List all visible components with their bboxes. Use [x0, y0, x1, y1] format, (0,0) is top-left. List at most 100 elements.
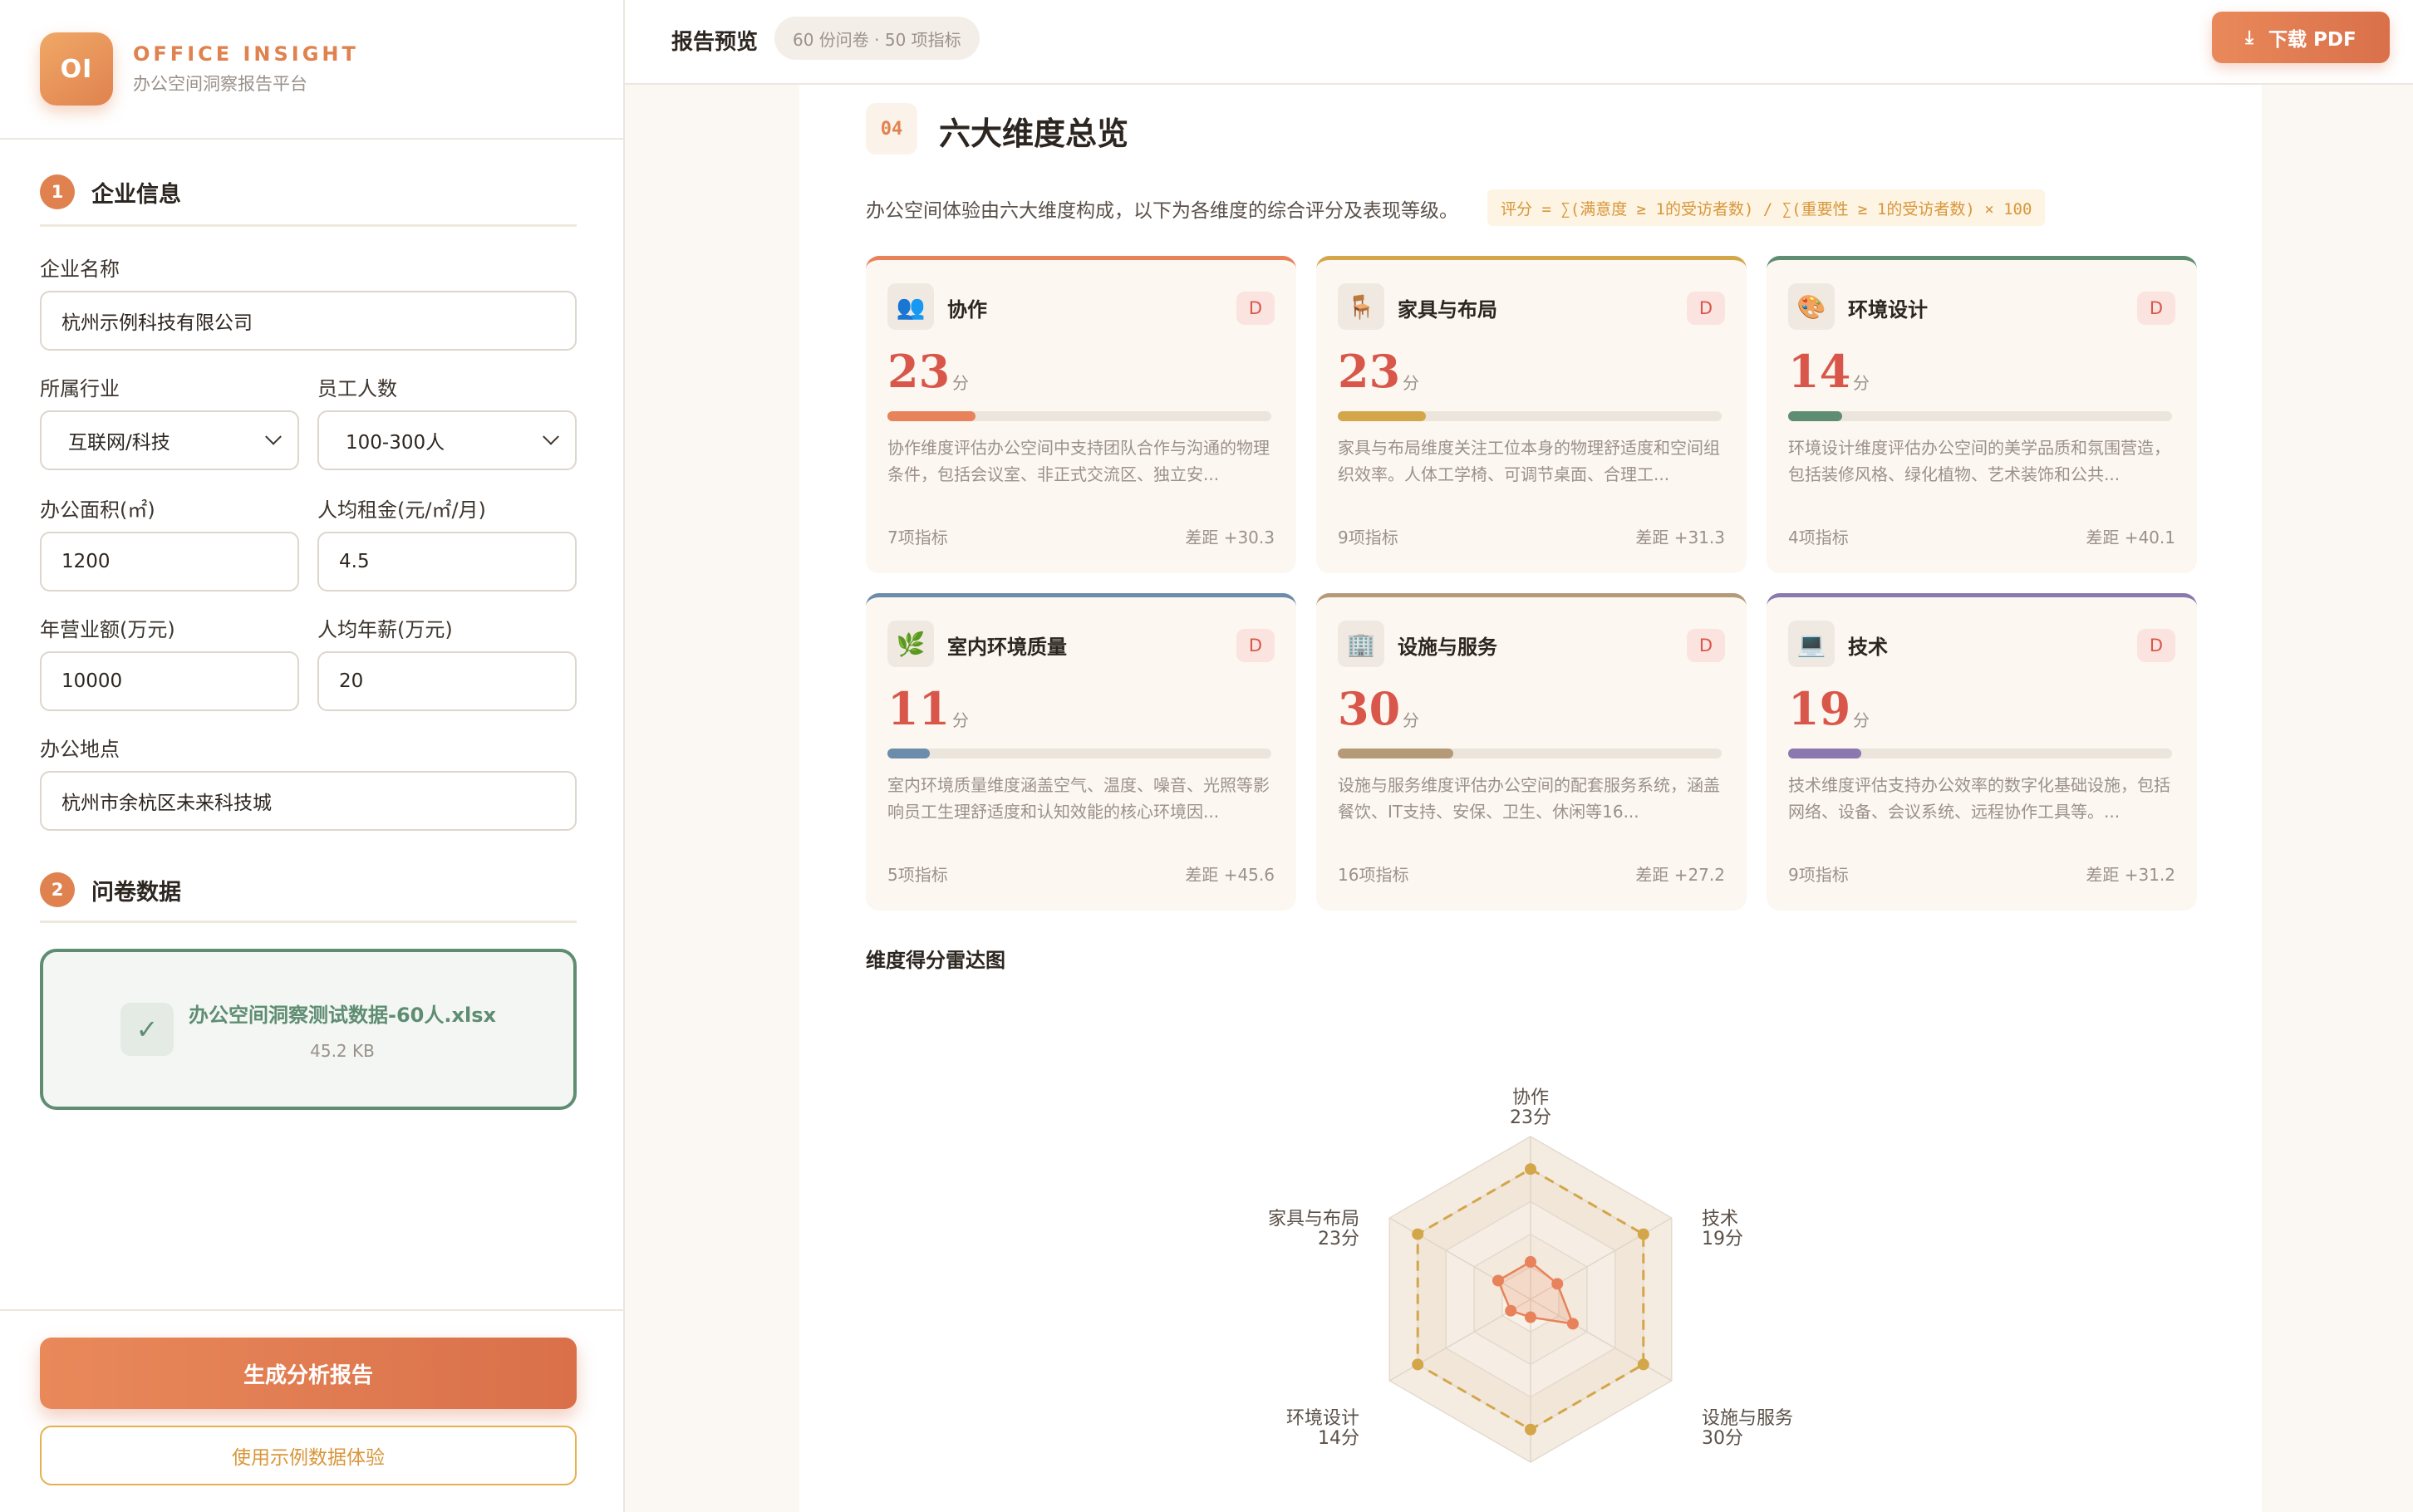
score-formula: 评分 = ∑(满意度 ≥ 1的受访者数) / ∑(重要性 ≥ 1的受访者数) ×…: [1487, 189, 2046, 226]
score-progress-bar: [887, 749, 1271, 758]
section-divider: [40, 920, 577, 923]
file-upload-dropzone[interactable]: ✓ 办公空间洞察测试数据-60人.xlsx 45.2 KB: [40, 949, 577, 1110]
salary-label: 人均年薪(万元): [317, 618, 453, 641]
card-score: 23: [1338, 345, 1401, 398]
score-unit: 分: [1853, 710, 1870, 730]
score-progress-fill: [1338, 411, 1427, 421]
dimension-card[interactable]: 👥 协作 D 23 分协作维度评估办公空间中支持团队合作与沟通的物理条件，包括会议室、非…: [866, 256, 1296, 573]
card-title: 环境设计: [1848, 298, 1928, 322]
card-description: 室内环境质量维度涵盖空气、温度、噪音、光照等影响员工生理舒适度和认知效能的核心环…: [887, 775, 1270, 822]
radar-axis-score: 23分: [1318, 1229, 1359, 1249]
grade-badge: D: [1236, 629, 1275, 662]
card-title: 设施与服务: [1398, 636, 1497, 659]
card-title: 协作: [947, 298, 987, 322]
brand-subtitle: 办公空间洞察报告平台: [133, 74, 307, 94]
card-score: 19: [1788, 682, 1851, 735]
radar-chart-title: 维度得分雷达图: [866, 949, 1005, 972]
brand: OI OFFICE INSIGHT 办公空间洞察报告平台: [40, 32, 359, 106]
section-number: 04: [866, 103, 917, 155]
chevron-down-icon: [265, 428, 282, 445]
employees-select[interactable]: 100-300人: [317, 410, 577, 470]
score-progress-bar: [887, 411, 1271, 421]
leaf-icon: 🌿: [887, 621, 934, 667]
radar-point: [1412, 1358, 1424, 1371]
radar-point: [1505, 1304, 1517, 1317]
dimension-card[interactable]: 🏢 设施与服务 D 30 分设施与服务维度评估办公空间的配套服务系统，涵盖餐饮、IT支持…: [1316, 593, 1747, 911]
radar-axis-score: 30分: [1702, 1428, 1743, 1449]
score-progress-bar: [1338, 749, 1722, 758]
chevron-down-icon: [543, 428, 559, 445]
download-icon: ⤓: [2245, 27, 2254, 48]
radar-axis-score: 19分: [1702, 1229, 1743, 1249]
card-description: 设施与服务维度评估办公空间的配套服务系统，涵盖餐饮、IT支持、安保、卫生、休闲等…: [1338, 775, 1720, 822]
building-icon: 🏢: [1338, 621, 1384, 667]
radar-point: [1525, 1163, 1536, 1176]
brand-logo: OI: [40, 32, 113, 106]
section-divider: [40, 224, 577, 227]
score-gap: 差距 +45.6: [1185, 865, 1275, 885]
step-badge-1: 1: [40, 174, 75, 209]
grade-badge: D: [1687, 629, 1725, 662]
radar-axis-score: 14分: [1318, 1428, 1359, 1449]
revenue-input[interactable]: 10000: [40, 651, 299, 711]
indicator-count: 5项指标: [887, 865, 948, 885]
indicator-count: 16项指标: [1338, 865, 1409, 885]
radar-point: [1525, 1311, 1536, 1323]
industry-value: 互联网/科技: [68, 432, 170, 454]
score-gap: 差距 +27.2: [1635, 865, 1725, 885]
indicator-count: 9项指标: [1788, 865, 1849, 885]
card-score: 30: [1338, 682, 1401, 735]
sidebar-footer-divider: [0, 1309, 625, 1311]
radar-axis-label: 技术: [1702, 1209, 1738, 1230]
dimension-card[interactable]: 🪑 家具与布局 D 23 分家具与布局维度关注工位本身的物理舒适度和空间组织效率。人体工…: [1316, 256, 1747, 573]
brand-name: OFFICE INSIGHT: [133, 42, 359, 66]
card-title: 技术: [1848, 636, 1888, 659]
score-progress-fill: [1788, 749, 1861, 758]
radar-point: [1525, 1255, 1536, 1268]
dimension-card[interactable]: 🌿 室内环境质量 D 11 分室内环境质量维度涵盖空气、温度、噪音、光照等影响员工生理舒…: [866, 593, 1296, 911]
radar-point: [1637, 1358, 1649, 1371]
dimension-card[interactable]: 🎨 环境设计 D 14 分环境设计维度评估办公空间的美学品质和氛围营造，包括装修风格、绿…: [1767, 256, 2197, 573]
radar-axis-label: 家具与布局: [1268, 1209, 1359, 1230]
score-unit: 分: [1403, 710, 1419, 730]
sidebar: OI OFFICE INSIGHT 办公空间洞察报告平台 1 企业信息 企业名称…: [0, 0, 625, 1512]
card-score: 14: [1788, 345, 1851, 398]
company-name-label: 企业名称: [40, 258, 120, 281]
dimension-card[interactable]: 💻 技术 D 19 分技术维度评估支持办公效率的数字化基础设施，包括网络、设备、会议系统…: [1767, 593, 2197, 911]
salary-input[interactable]: 20: [317, 651, 577, 711]
step-badge-2: 2: [40, 872, 75, 907]
topbar: 报告预览 60 份问卷 · 50 项指标 ⤓ 下载 PDF: [625, 0, 2413, 85]
card-score: 11: [887, 682, 951, 735]
section-survey-data: 2 问卷数据: [40, 872, 181, 907]
use-sample-data-button[interactable]: 使用示例数据体验: [40, 1426, 577, 1485]
score-progress-bar: [1788, 749, 2172, 758]
card-description: 技术维度评估支持办公效率的数字化基础设施，包括网络、设备、会议系统、远程协作工具…: [1788, 775, 2170, 822]
section-title-company: 企业信息: [91, 181, 181, 208]
card-title: 家具与布局: [1398, 298, 1497, 322]
generate-report-button[interactable]: 生成分析报告: [40, 1338, 577, 1409]
radar-axis-label: 协作: [1512, 1087, 1549, 1108]
company-name-input[interactable]: 杭州示例科技有限公司: [40, 291, 577, 351]
download-pdf-button[interactable]: ⤓ 下载 PDF: [2212, 12, 2390, 63]
radar-point: [1551, 1278, 1564, 1290]
industry-select[interactable]: 互联网/科技: [40, 410, 299, 470]
area-label: 办公面积(㎡): [40, 498, 155, 522]
score-gap: 差距 +40.1: [2086, 528, 2175, 547]
area-input[interactable]: 1200: [40, 532, 299, 592]
radar-axis-label: 设施与服务: [1702, 1408, 1793, 1429]
stats-badge: 60 份问卷 · 50 项指标: [774, 17, 980, 60]
radar-point: [1637, 1228, 1649, 1240]
uploaded-file-name: 办公空间洞察测试数据-60人.xlsx: [189, 1003, 496, 1027]
rent-input[interactable]: 4.5: [317, 532, 577, 592]
section-heading: 六大维度总览: [939, 115, 1129, 152]
radar-point: [1412, 1228, 1424, 1240]
score-unit: 分: [1403, 373, 1419, 393]
card-description: 协作维度评估办公空间中支持团队合作与沟通的物理条件，包括会议室、非正式交流区、独…: [887, 438, 1270, 484]
score-gap: 差距 +31.3: [1635, 528, 1725, 547]
indicator-count: 4项指标: [1788, 528, 1849, 547]
card-score: 23: [887, 345, 951, 398]
grade-badge: D: [1236, 292, 1275, 325]
score-unit: 分: [1853, 373, 1870, 393]
score-unit: 分: [952, 373, 969, 393]
location-input[interactable]: 杭州市余杭区未来科技城: [40, 771, 577, 831]
